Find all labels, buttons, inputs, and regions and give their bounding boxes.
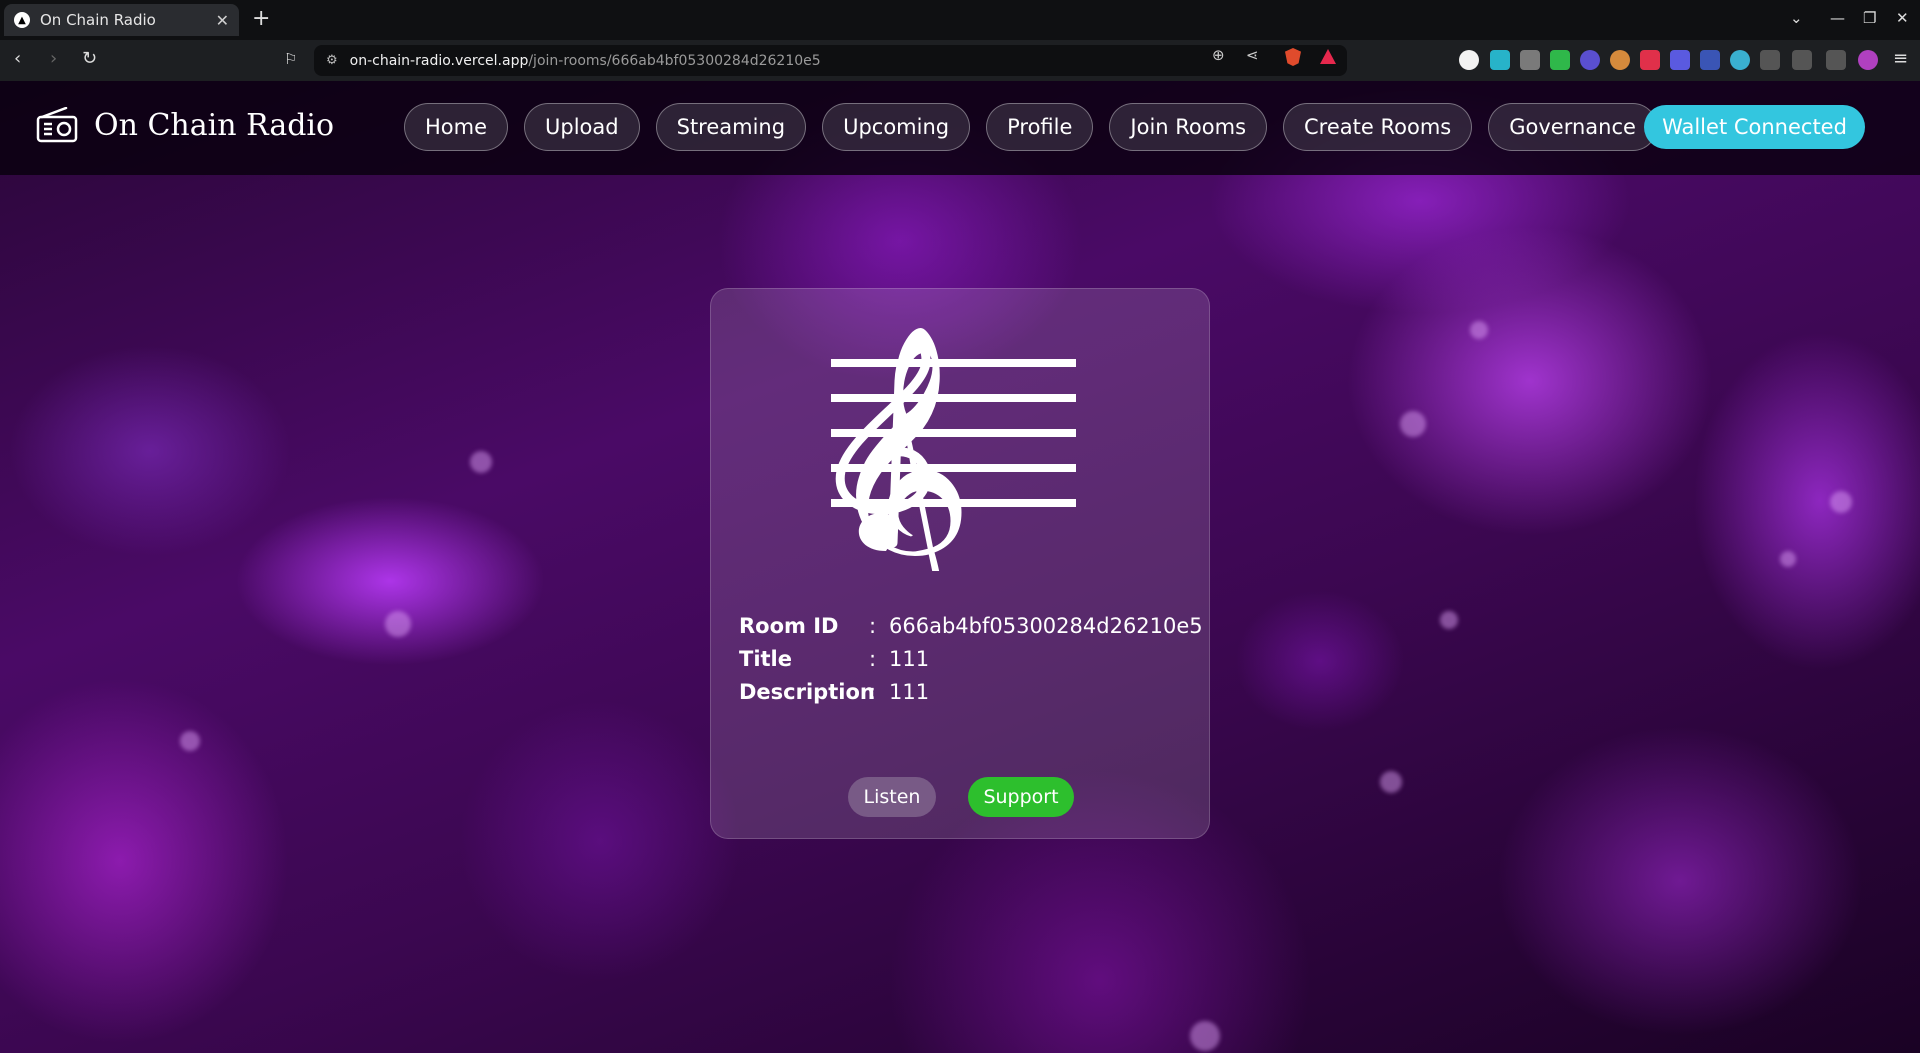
extensions-menu-icon[interactable] xyxy=(1760,50,1780,70)
room-description-label: Description xyxy=(739,679,875,704)
browser-tabbar: ▲ On Chain Radio ✕ + ⌄ — ❐ ✕ xyxy=(0,0,1920,40)
extension-icon[interactable] xyxy=(1459,50,1479,70)
new-tab-icon[interactable]: + xyxy=(252,6,270,31)
browser-tab[interactable]: ▲ On Chain Radio ✕ xyxy=(4,4,239,36)
room-description-value: 111 xyxy=(889,679,930,704)
extension-icon[interactable] xyxy=(1640,50,1660,70)
nav-profile[interactable]: Profile xyxy=(986,103,1094,151)
zoom-icon[interactable]: ⊕ xyxy=(1212,46,1225,64)
bookmark-icon[interactable]: ⚐ xyxy=(284,50,297,68)
extension-icon[interactable] xyxy=(1700,50,1720,70)
room-title-value: 111 xyxy=(889,646,930,671)
page-background: On Chain Radio Home Upload Streaming Upc… xyxy=(0,81,1920,1053)
site-title: On Chain Radio xyxy=(94,107,335,143)
extension-icon[interactable] xyxy=(1490,50,1510,70)
nav-upload[interactable]: Upload xyxy=(524,103,640,151)
browser-toolbar: ‹ › ↻ ⚐ ⚙ on-chain-radio.vercel.app/join… xyxy=(0,40,1920,81)
room-title-label: Title xyxy=(739,646,793,671)
reload-icon[interactable]: ↻ xyxy=(82,48,97,69)
separator: : xyxy=(869,613,877,638)
url-host: on-chain-radio.vercel.app xyxy=(349,52,529,69)
site-info-icon[interactable]: ⚙ xyxy=(326,53,338,68)
nav-upcoming[interactable]: Upcoming xyxy=(822,103,971,151)
separator: : xyxy=(869,646,877,671)
extension-icon[interactable] xyxy=(1580,50,1600,70)
extension-icon[interactable] xyxy=(1520,50,1540,70)
favicon-icon: ▲ xyxy=(14,12,30,28)
separator: : xyxy=(869,679,877,704)
nav-create-rooms[interactable]: Create Rooms xyxy=(1283,103,1473,151)
extension-icon[interactable] xyxy=(1730,50,1750,70)
nav-join-rooms[interactable]: Join Rooms xyxy=(1109,103,1268,151)
nav-links: Home Upload Streaming Upcoming Profile J… xyxy=(404,103,1657,151)
minimize-icon[interactable]: — xyxy=(1830,9,1845,27)
tab-close-icon[interactable]: ✕ xyxy=(216,11,229,30)
wallet-icon[interactable] xyxy=(1826,50,1846,70)
brave-shields-icon[interactable] xyxy=(1285,48,1301,66)
address-bar[interactable]: ⚙ on-chain-radio.vercel.app/join-rooms/6… xyxy=(314,45,1347,76)
brave-rewards-icon[interactable] xyxy=(1320,49,1336,64)
tab-title: On Chain Radio xyxy=(40,11,156,29)
forward-icon[interactable]: › xyxy=(50,48,57,69)
sidebar-icon[interactable] xyxy=(1792,50,1812,70)
share-icon[interactable]: ⋖ xyxy=(1246,46,1259,64)
menu-icon[interactable]: ≡ xyxy=(1893,48,1908,69)
room-description-row: Description : 111 xyxy=(739,675,1203,708)
nav-governance[interactable]: Governance xyxy=(1488,103,1657,151)
room-card: 𝄞 Room ID : 666ab4bf05300284d26210e5 Tit… xyxy=(710,288,1210,839)
close-window-icon[interactable]: ✕ xyxy=(1896,9,1909,27)
room-id-label: Room ID xyxy=(739,613,839,638)
nav-streaming[interactable]: Streaming xyxy=(655,103,807,151)
listen-button[interactable]: Listen xyxy=(848,777,936,817)
room-info: Room ID : 666ab4bf05300284d26210e5 Title… xyxy=(739,609,1203,708)
back-icon[interactable]: ‹ xyxy=(14,48,21,69)
maximize-icon[interactable]: ❐ xyxy=(1863,9,1876,27)
extension-icon[interactable] xyxy=(1610,50,1630,70)
radio-icon xyxy=(36,106,78,143)
site-navbar: On Chain Radio Home Upload Streaming Upc… xyxy=(0,81,1920,175)
treble-clef-icon: 𝄞 xyxy=(826,321,1081,626)
profile-icon[interactable] xyxy=(1858,50,1878,70)
support-button[interactable]: Support xyxy=(968,777,1074,817)
tab-search-icon[interactable]: ⌄ xyxy=(1790,9,1803,27)
room-title-row: Title : 111 xyxy=(739,642,1203,675)
site-logo[interactable]: On Chain Radio xyxy=(36,106,335,143)
extension-icon[interactable] xyxy=(1550,50,1570,70)
room-id-row: Room ID : 666ab4bf05300284d26210e5 xyxy=(739,609,1203,642)
wallet-connected-button[interactable]: Wallet Connected xyxy=(1644,105,1865,149)
room-id-value: 666ab4bf05300284d26210e5 xyxy=(889,613,1203,638)
extension-icon[interactable] xyxy=(1670,50,1690,70)
nav-home[interactable]: Home xyxy=(404,103,509,151)
url-path: /join-rooms/666ab4bf05300284d26210e5 xyxy=(528,52,821,69)
